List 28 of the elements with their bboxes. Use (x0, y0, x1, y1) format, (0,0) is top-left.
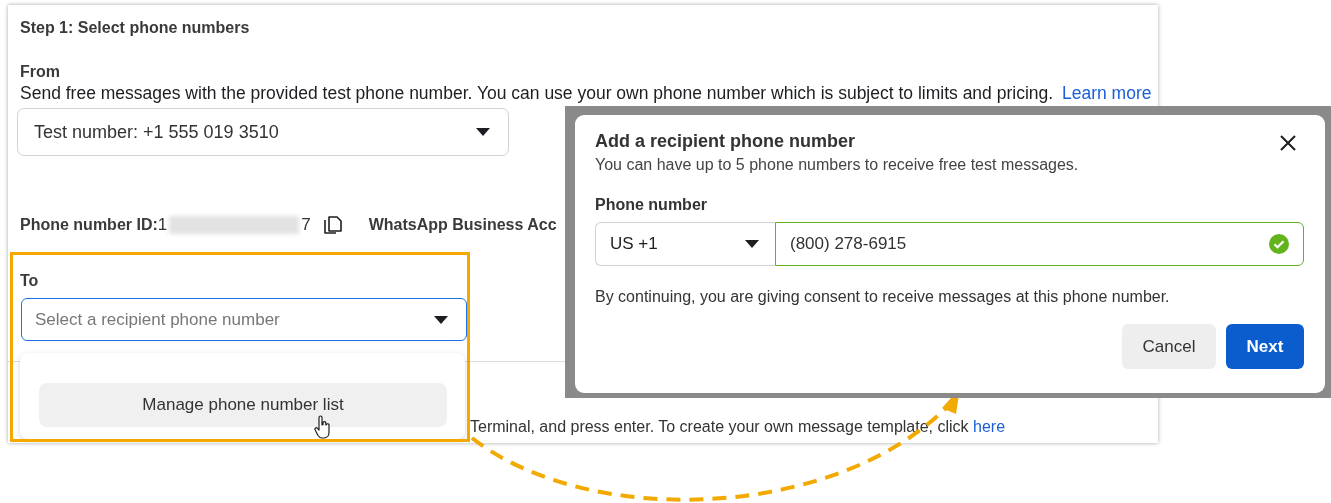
caret-icon (476, 128, 490, 136)
phone-id-end: 7 (301, 215, 311, 235)
close-icon[interactable] (1280, 135, 1296, 151)
consent-text: By continuing, you are giving consent to receive messages at this phone number. (595, 288, 1171, 306)
learn-more-link[interactable]: Learn more (1062, 83, 1152, 103)
recipient-select[interactable]: Select a recipient phone number (21, 298, 467, 341)
to-label: To (20, 272, 40, 290)
here-link[interactable]: here (973, 418, 1006, 435)
dialog-subtitle: You can have up to 5 phone numbers to receive free test messages. (595, 156, 1079, 174)
next-button[interactable]: Next (1226, 324, 1304, 369)
from-description: Send free messages with the provided test phone number. You can use your own phone number which is subject to limits and pricing. (20, 83, 1054, 103)
dialog-title: Add a recipient phone number (595, 131, 857, 152)
country-select[interactable]: US +1 (595, 222, 775, 266)
caret-icon (434, 315, 448, 324)
caret-icon (745, 240, 759, 248)
from-select[interactable]: Test number: +1 555 019 3510 (17, 108, 509, 156)
copy-icon[interactable] (322, 214, 343, 236)
footer-text: Terminal, and press enter. To create your own message template, click (470, 418, 969, 435)
phone-id-label: Phone number ID: (20, 216, 158, 234)
step-title: Step 1: Select phone numbers (20, 19, 251, 37)
account-label: WhatsApp Business Acc (368, 216, 557, 234)
phone-number-label: Phone number (595, 196, 708, 214)
manage-list-button[interactable]: Manage phone number list (39, 383, 447, 427)
phone-id-start: 1 (157, 215, 168, 235)
check-icon (1269, 234, 1289, 254)
phone-input[interactable]: (800) 278-6915 (775, 222, 1304, 266)
cancel-button[interactable]: Cancel (1122, 324, 1216, 369)
from-label: From (20, 63, 61, 81)
